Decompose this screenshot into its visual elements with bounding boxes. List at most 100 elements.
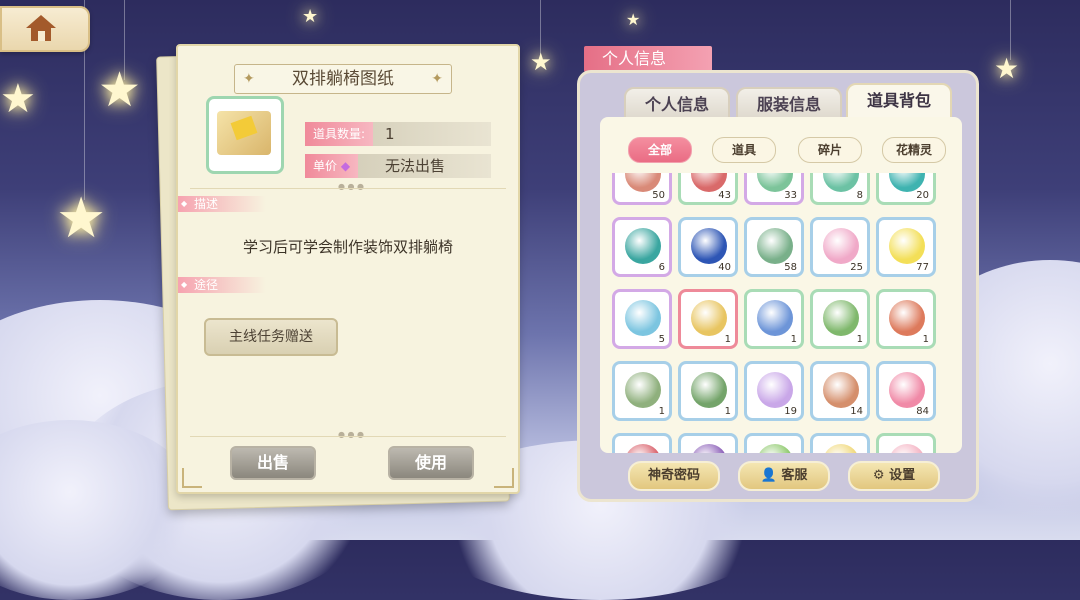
blueprint-item-icon: [206, 96, 284, 174]
flower-blueprint-icon: [889, 300, 925, 336]
item-count: 8: [856, 190, 863, 201]
filter-fragments[interactable]: 碎片: [798, 137, 862, 163]
item-count: 43: [718, 190, 731, 201]
filter-flower-spirits[interactable]: 花精灵: [882, 137, 946, 163]
star-icon: [889, 228, 925, 264]
item-count: 50: [652, 190, 665, 201]
house-icon: [26, 15, 56, 41]
item-slot[interactable]: [678, 433, 738, 453]
hanging-star-icon: ★: [530, 48, 552, 76]
pink-bud-icon: [889, 444, 925, 453]
price-field: 单价 ◆ 无法出售: [305, 154, 491, 178]
source-section-label: 途径: [178, 277, 266, 293]
jade-box-icon: [823, 173, 859, 192]
item-count: 1: [724, 406, 731, 417]
item-slot[interactable]: 43: [678, 173, 738, 205]
item-slot[interactable]: 25: [810, 217, 870, 277]
quantity-field: 道具数量: 1: [305, 122, 491, 146]
item-title: 双排躺椅图纸: [292, 69, 394, 89]
item-slot[interactable]: 20: [876, 173, 936, 205]
item-count: 1: [856, 334, 863, 345]
item-slot[interactable]: 1: [678, 361, 738, 421]
item-slot[interactable]: 8: [810, 173, 870, 205]
item-slot[interactable]: 1: [744, 289, 804, 349]
item-slot[interactable]: 19: [744, 361, 804, 421]
item-count: 20: [916, 190, 929, 201]
pink-seed-icon: [889, 372, 925, 408]
brown-seed-icon: [823, 372, 859, 408]
hanging-star-icon: ★: [302, 6, 319, 27]
pond-icon: [625, 300, 661, 336]
teal-orb-icon: [625, 228, 661, 264]
use-button[interactable]: 使用: [388, 446, 474, 480]
settings-button[interactable]: ⚙ 设置: [848, 461, 940, 491]
wreath-blueprint-icon: [691, 372, 727, 408]
description-section-label: 描述: [178, 196, 266, 212]
filter-all[interactable]: 全部: [628, 137, 692, 163]
backpack-content: 全部 道具 碎片 花精灵 50 43 33 8 20 6 40 58 25 77 5 1 1 1 1 1 1 19…: [600, 117, 962, 453]
item-slot[interactable]: 1: [876, 289, 936, 349]
item-count: 25: [850, 262, 863, 273]
person-icon: 👤: [760, 468, 777, 483]
price-value: 无法出售: [385, 157, 446, 175]
item-count: 1: [922, 334, 929, 345]
item-title-frame: ✦ 双排躺椅图纸 ✦: [234, 64, 452, 94]
customer-service-button[interactable]: 👤 客服: [738, 461, 830, 491]
item-slot[interactable]: 1: [612, 361, 672, 421]
item-count: 1: [790, 334, 797, 345]
hanging-star-icon: ★: [98, 62, 142, 118]
blue-potion-icon: [691, 228, 727, 264]
item-grid[interactable]: 50 43 33 8 20 6 40 58 25 77 5 1 1 1 1 1 1 19 14 84: [612, 173, 952, 453]
item-slot[interactable]: 33: [744, 173, 804, 205]
item-count: 14: [850, 406, 863, 417]
item-slot[interactable]: [810, 433, 870, 453]
item-slot[interactable]: 84: [876, 361, 936, 421]
item-slot[interactable]: 14: [810, 361, 870, 421]
fence-blueprint-icon: [625, 372, 661, 408]
gear-icon: ⚙: [872, 468, 885, 483]
gem-icon: ◆: [340, 159, 351, 173]
hanging-star-icon: ★: [56, 186, 107, 251]
item-slot[interactable]: 40: [678, 217, 738, 277]
item-slot[interactable]: 77: [876, 217, 936, 277]
item-count: 33: [784, 190, 797, 201]
gold-blueprint-icon: [691, 300, 727, 336]
item-count: 40: [718, 262, 731, 273]
quantity-value: 1: [385, 125, 395, 143]
filter-items[interactable]: 道具: [712, 137, 776, 163]
grape-icon: [691, 444, 727, 453]
sell-button[interactable]: 出售: [230, 446, 316, 480]
leaf-icon: [757, 228, 793, 264]
item-slot[interactable]: 50: [612, 173, 672, 205]
item-slot[interactable]: [876, 433, 936, 453]
item-count: 84: [916, 406, 929, 417]
item-slot[interactable]: [612, 433, 672, 453]
item-slot[interactable]: 1: [678, 289, 738, 349]
item-slot[interactable]: 58: [744, 217, 804, 277]
item-count: 77: [916, 262, 929, 273]
hanging-star-icon: ★: [0, 76, 36, 122]
item-count: 1: [658, 406, 665, 417]
pink-lotus-icon: [823, 228, 859, 264]
price-label: 单价: [313, 159, 338, 173]
purple-egg-icon: [757, 372, 793, 408]
hanging-star-icon: ★: [626, 10, 641, 29]
item-count: 5: [658, 334, 665, 345]
green-seed-icon: [757, 444, 793, 453]
source-main-quest-button[interactable]: 主线任务赠送: [204, 318, 338, 356]
item-count: 6: [658, 262, 665, 273]
magic-code-button[interactable]: 神奇密码: [628, 461, 720, 491]
yellow-seed-icon: [823, 444, 859, 453]
item-slot[interactable]: [744, 433, 804, 453]
item-description: 学习后可学会制作装饰双排躺椅: [242, 238, 453, 256]
item-slot[interactable]: 1: [810, 289, 870, 349]
item-count: 19: [784, 406, 797, 417]
home-button[interactable]: [0, 6, 90, 52]
item-count: 1: [724, 334, 731, 345]
panel-ribbon-title: 个人信息: [584, 46, 712, 72]
item-slot[interactable]: 5: [612, 289, 672, 349]
item-slot[interactable]: 6: [612, 217, 672, 277]
backpack-panel: 个人信息 服装信息 道具背包 全部 道具 碎片 花精灵 50 43 33 8 20 6 40…: [577, 70, 979, 502]
red-seed-icon: [625, 444, 661, 453]
hanging-star-icon: ★: [994, 52, 1020, 85]
